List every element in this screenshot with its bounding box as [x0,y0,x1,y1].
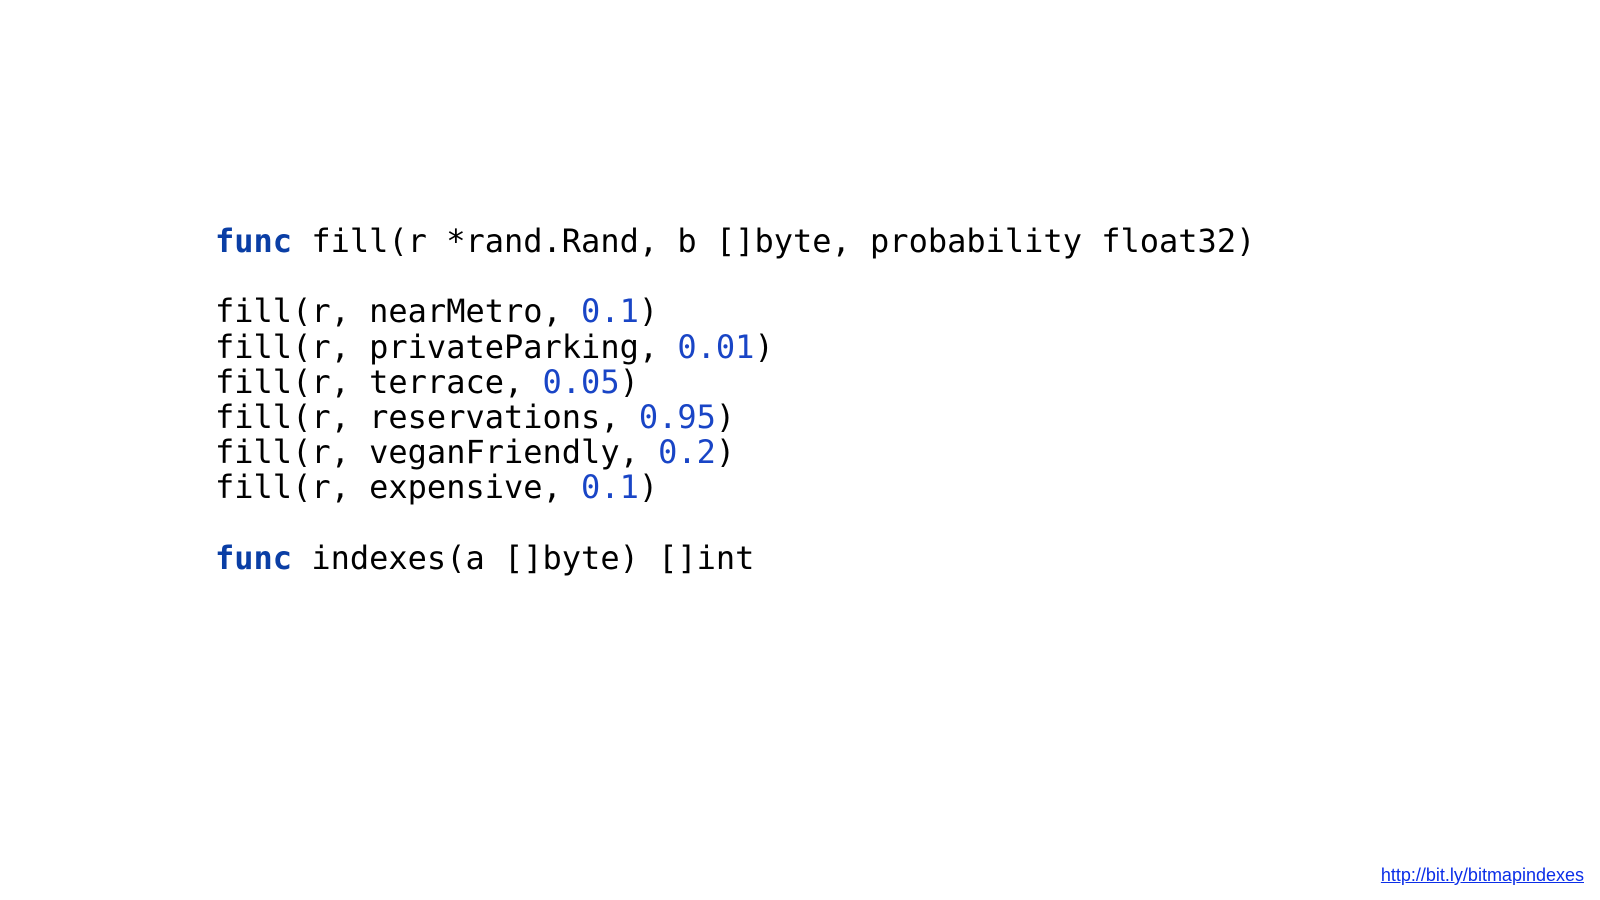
call-expensive-num: 0.1 [581,468,639,506]
call-near-metro-post: ) [639,292,658,330]
call-terrace-num: 0.05 [543,363,620,401]
code-block: func fill(r *rand.Rand, b []byte, probab… [215,224,1255,576]
call-private-parking-post: ) [754,328,773,366]
call-private-parking-num: 0.01 [677,328,754,366]
call-vegan-friendly-num: 0.2 [658,433,716,471]
keyword-func-2: func [215,539,292,577]
call-near-metro-pre: fill(r, nearMetro, [215,292,581,330]
call-expensive-post: ) [639,468,658,506]
slide: func fill(r *rand.Rand, b []byte, probab… [0,0,1600,900]
call-near-metro-num: 0.1 [581,292,639,330]
call-private-parking-pre: fill(r, privateParking, [215,328,677,366]
call-reservations-pre: fill(r, reservations, [215,398,639,436]
call-terrace-post: ) [620,363,639,401]
call-vegan-friendly-post: ) [716,433,735,471]
footer-link[interactable]: http://bit.ly/bitmapindexes [1381,865,1584,886]
call-expensive-pre: fill(r, expensive, [215,468,581,506]
keyword-func: func [215,222,292,260]
func-fill-signature: fill(r *rand.Rand, b []byte, probability… [292,222,1255,260]
func-indexes-signature: indexes(a []byte) []int [292,539,754,577]
call-terrace-pre: fill(r, terrace, [215,363,543,401]
call-vegan-friendly-pre: fill(r, veganFriendly, [215,433,658,471]
call-reservations-post: ) [716,398,735,436]
call-reservations-num: 0.95 [639,398,716,436]
